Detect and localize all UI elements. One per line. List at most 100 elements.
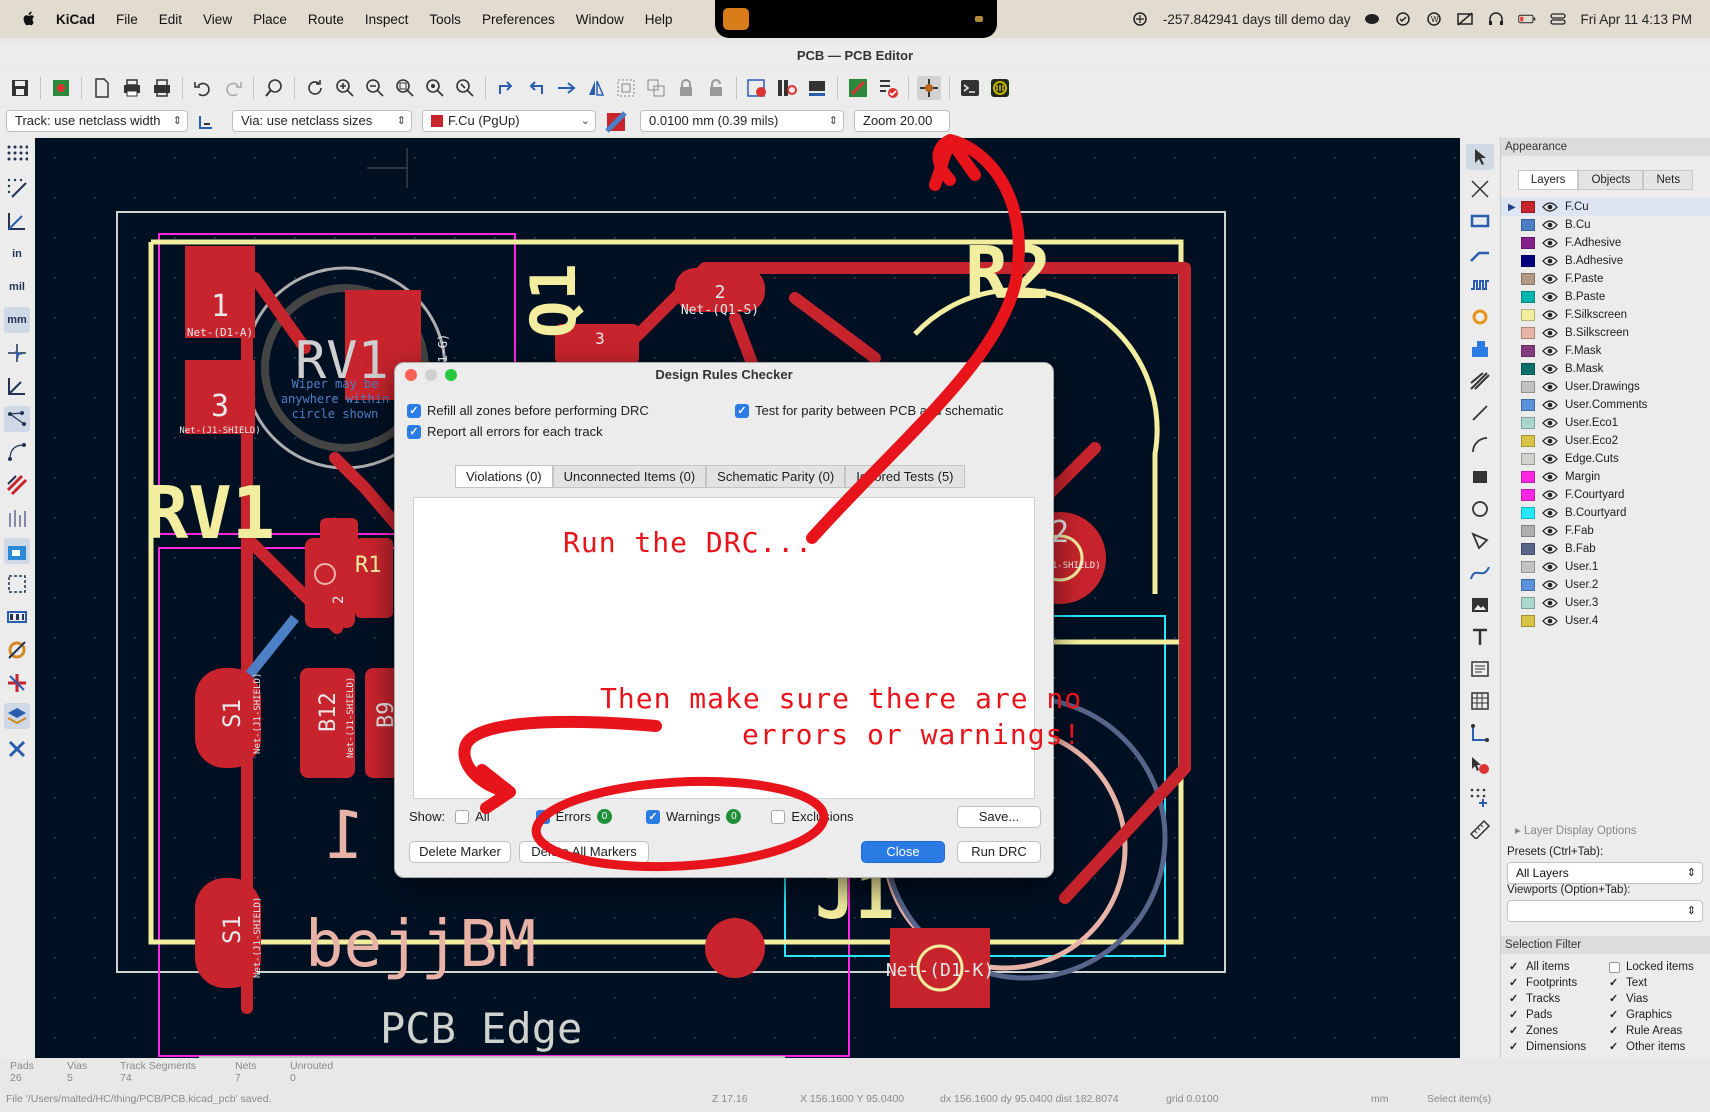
- zoom-out-icon[interactable]: [363, 76, 387, 100]
- tracks-sketch-icon[interactable]: [4, 670, 30, 696]
- layer-color-swatch[interactable]: [1521, 507, 1535, 519]
- zoom-objects-icon[interactable]: [423, 76, 447, 100]
- selection-filter-item[interactable]: ✓ Footprints: [1509, 976, 1609, 990]
- draw-rectangle-icon[interactable]: [1466, 464, 1494, 490]
- layer-color-swatch[interactable]: [1521, 327, 1535, 339]
- filter-checkbox[interactable]: ✓: [1509, 977, 1520, 989]
- visibility-eye-icon[interactable]: [1542, 525, 1558, 537]
- menu-inspect[interactable]: Inspect: [365, 12, 409, 27]
- selection-filter-item[interactable]: ✓ Tracks: [1509, 992, 1609, 1006]
- warnings-checkbox[interactable]: ✓: [645, 809, 660, 824]
- layer-color-swatch[interactable]: [1521, 561, 1535, 573]
- visibility-eye-icon[interactable]: [1542, 273, 1558, 285]
- rotate-cw-icon[interactable]: [524, 76, 548, 100]
- layer-color-swatch[interactable]: [1521, 543, 1535, 555]
- add-table-icon[interactable]: [1466, 688, 1494, 714]
- layer-row[interactable]: F.Paste: [1501, 270, 1710, 288]
- find-icon[interactable]: [262, 76, 286, 100]
- add-textbox-icon[interactable]: [1466, 656, 1494, 682]
- layer-color-swatch[interactable]: [1521, 219, 1535, 231]
- layer-color-swatch[interactable]: [1521, 417, 1535, 429]
- unlock-icon[interactable]: [704, 76, 728, 100]
- fill-zones-icon[interactable]: [4, 538, 30, 564]
- layer-color-swatch[interactable]: [1521, 489, 1535, 501]
- dialog-close-dot[interactable]: [405, 369, 417, 381]
- layer-display-options[interactable]: ▸ Layer Display Options: [1515, 823, 1636, 837]
- menu-preferences[interactable]: Preferences: [482, 12, 555, 27]
- menu-window[interactable]: Window: [576, 12, 624, 27]
- layer-row[interactable]: User.2: [1501, 576, 1710, 594]
- layer-row[interactable]: B.Cu: [1501, 216, 1710, 234]
- parity-checkbox[interactable]: ✓: [735, 403, 749, 418]
- scripting-icon[interactable]: [846, 76, 870, 100]
- net-color-icon[interactable]: [4, 505, 30, 531]
- draw-line-icon[interactable]: [1466, 400, 1494, 426]
- curved-ratsnest-icon[interactable]: [4, 439, 30, 465]
- footprint-editor-icon[interactable]: [805, 76, 829, 100]
- run-drc-button[interactable]: Run DRC: [957, 841, 1041, 863]
- filter-checkbox[interactable]: ✓: [1509, 1041, 1520, 1053]
- visibility-eye-icon[interactable]: [1542, 561, 1558, 573]
- track-width-select[interactable]: Track: use netclass width ⇕: [6, 110, 188, 132]
- add-footprint-icon[interactable]: [1466, 208, 1494, 234]
- layer-color-swatch[interactable]: [1521, 615, 1535, 627]
- visibility-eye-icon[interactable]: [1542, 237, 1558, 249]
- layer-color-swatch[interactable]: [1521, 345, 1535, 357]
- all-checkbox[interactable]: [455, 809, 470, 824]
- tab-ignored[interactable]: Ignored Tests (5): [845, 465, 965, 488]
- visibility-eye-icon[interactable]: [1542, 219, 1558, 231]
- grid-dots-icon[interactable]: [4, 142, 30, 168]
- undo-icon[interactable]: [191, 76, 215, 100]
- layer-row[interactable]: Margin: [1501, 468, 1710, 486]
- visibility-eye-icon[interactable]: [1542, 489, 1558, 501]
- selection-filter-item[interactable]: ✓ Pads: [1509, 1008, 1609, 1022]
- layer-row[interactable]: F.Mask: [1501, 342, 1710, 360]
- selection-filter-item[interactable]: ✓ Graphics: [1609, 1008, 1709, 1022]
- layer-row[interactable]: User.Eco2: [1501, 432, 1710, 450]
- add-text-icon[interactable]: [1466, 624, 1494, 650]
- redo-icon[interactable]: [221, 76, 245, 100]
- units-mil-button[interactable]: mil: [4, 274, 30, 300]
- filter-checkbox[interactable]: [1609, 961, 1620, 973]
- headphones-icon[interactable]: [1487, 11, 1505, 27]
- visibility-eye-icon[interactable]: [1542, 453, 1558, 465]
- units-mm-button[interactable]: mm: [4, 307, 30, 333]
- zoom-select[interactable]: Zoom 20.00: [854, 110, 950, 132]
- refill-zones-option[interactable]: ✓ Refill all zones before performing DRC: [407, 403, 649, 418]
- local-ratsnest-icon[interactable]: [1466, 176, 1494, 202]
- vias-sketch-icon[interactable]: [4, 637, 30, 663]
- delete-all-markers-button[interactable]: Delete All Markers: [519, 841, 649, 863]
- add-zone-icon[interactable]: [1466, 336, 1494, 362]
- selection-filter-item[interactable]: ✓ Dimensions: [1509, 1040, 1609, 1054]
- zoom-selection-icon[interactable]: [453, 76, 477, 100]
- visibility-eye-icon[interactable]: [1542, 579, 1558, 591]
- filter-checkbox[interactable]: ✓: [1509, 993, 1520, 1005]
- visibility-eye-icon[interactable]: [1542, 309, 1558, 321]
- elephant-icon[interactable]: [1363, 11, 1381, 27]
- group-icon[interactable]: [614, 76, 638, 100]
- visibility-eye-icon[interactable]: [1542, 363, 1558, 375]
- visibility-eye-icon[interactable]: [1542, 399, 1558, 411]
- layer-row[interactable]: User.Eco1: [1501, 414, 1710, 432]
- layer-row[interactable]: User.Drawings: [1501, 378, 1710, 396]
- visibility-eye-icon[interactable]: [1542, 597, 1558, 609]
- add-dimension-icon[interactable]: [1466, 720, 1494, 746]
- layer-row[interactable]: B.Mask: [1501, 360, 1710, 378]
- selection-filter-item[interactable]: Locked items: [1609, 960, 1709, 974]
- layer-row[interactable]: User.Comments: [1501, 396, 1710, 414]
- route-tool-icon[interactable]: [917, 76, 941, 100]
- visibility-eye-icon[interactable]: [1542, 507, 1558, 519]
- report-all-checkbox[interactable]: ✓: [407, 424, 421, 439]
- menu-edit[interactable]: Edit: [159, 12, 182, 27]
- filter-checkbox[interactable]: ✓: [1509, 961, 1520, 973]
- add-via-icon[interactable]: [1466, 304, 1494, 330]
- errors-checkbox[interactable]: ✓: [535, 809, 550, 824]
- draw-polygon-icon[interactable]: [1466, 528, 1494, 554]
- layer-row[interactable]: B.Silkscreen: [1501, 324, 1710, 342]
- layer-color-swatch[interactable]: [1521, 309, 1535, 321]
- drc-icon[interactable]: [876, 76, 900, 100]
- selection-filter-item[interactable]: ✓ Zones: [1509, 1024, 1609, 1038]
- visibility-eye-icon[interactable]: [1542, 291, 1558, 303]
- layer-select[interactable]: F.Cu (PgUp) ⌄: [422, 110, 596, 132]
- layer-row[interactable]: User.1: [1501, 558, 1710, 576]
